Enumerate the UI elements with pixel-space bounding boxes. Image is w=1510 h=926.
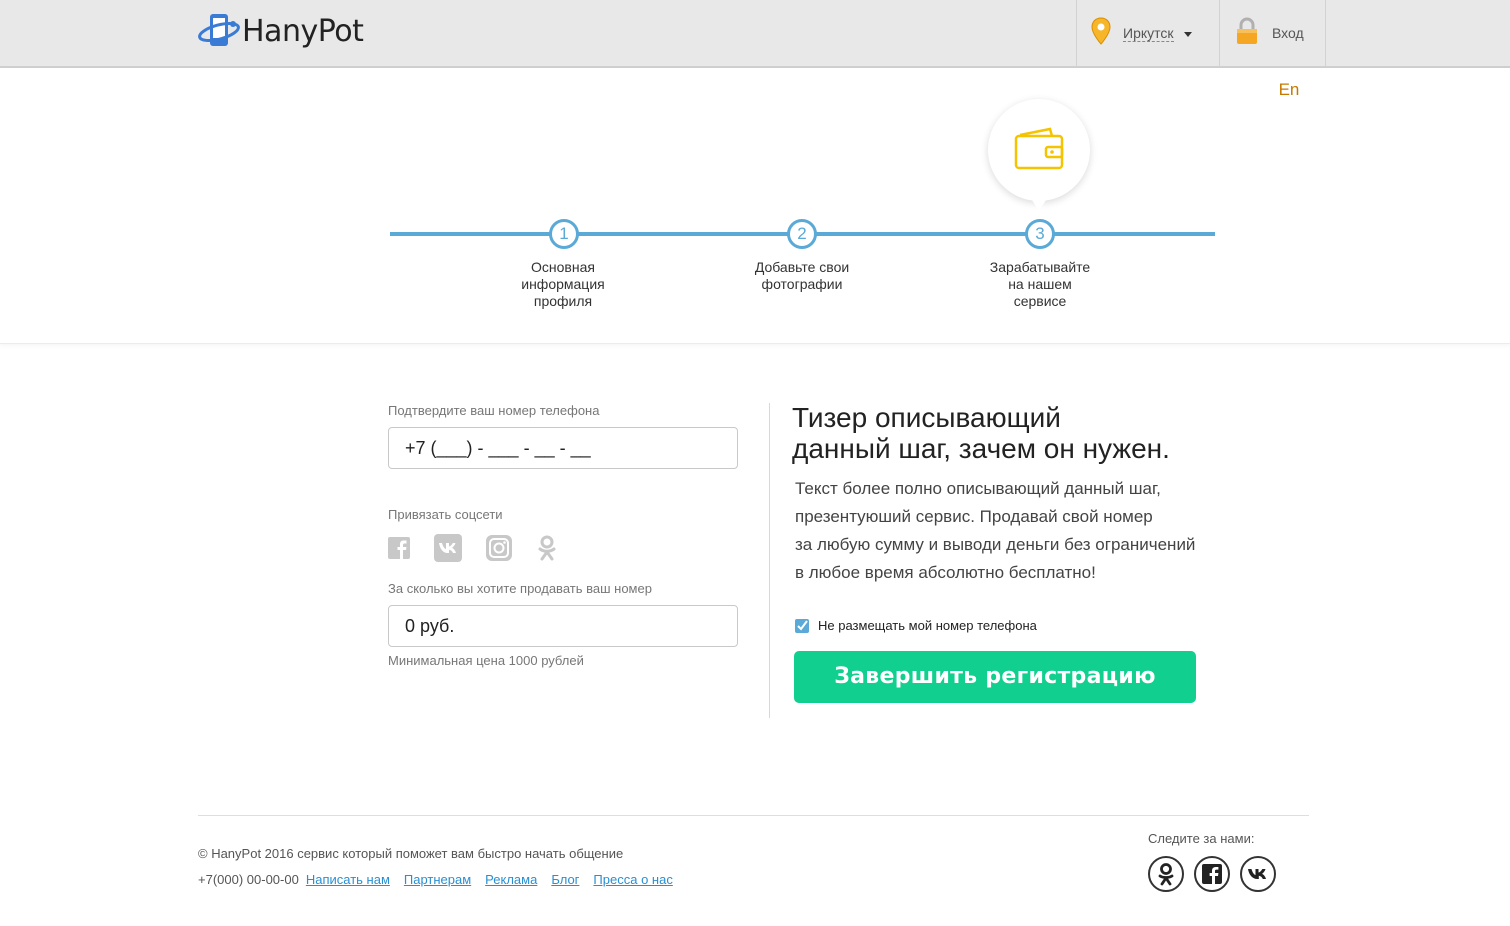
phone-label: Подтвердите ваш номер телефона <box>388 403 600 418</box>
price-hint: Минимальная цена 1000 рублей <box>388 653 584 668</box>
facebook-icon[interactable] <box>388 537 410 564</box>
language-label: En <box>1278 80 1300 99</box>
step-2-label-line: Добавьте свои <box>754 259 850 275</box>
social-label: Привязать соцсети <box>388 507 503 522</box>
footer-phone: +7(000) 00-00-00 <box>198 872 299 887</box>
odnoklassniki-icon[interactable] <box>1148 856 1184 892</box>
step-1-marker: 1 <box>549 219 579 249</box>
hide-phone-label: Не размещать мой номер телефона <box>818 618 1037 633</box>
teaser-text-line: Текст более полно описывающий данный шаг… <box>795 479 1161 498</box>
lock-icon <box>1236 17 1258 50</box>
step-3-label-line: на нашем <box>1008 276 1072 292</box>
footer-copyright: © HanyPot 2016 сервис который поможет ва… <box>198 846 624 861</box>
teaser-text-line: в любое время абсолютно бесплатно! <box>795 563 1096 582</box>
vk-icon[interactable] <box>1240 856 1276 892</box>
login-label: Вход <box>1272 25 1304 41</box>
price-input[interactable]: 0 руб. <box>388 605 738 647</box>
chevron-down-icon <box>1183 32 1192 37</box>
footer-link-partners[interactable]: Партнерам <box>404 872 471 887</box>
logo-text: HanyPot <box>242 13 364 49</box>
footer-links: +7(000) 00-00-00 Написать нам Партнерам … <box>198 872 673 887</box>
facebook-icon[interactable] <box>1194 856 1230 892</box>
teaser-text-line: за любую сумму и выводи деньги без огран… <box>795 535 1196 554</box>
map-pin-icon <box>1091 16 1111 50</box>
step-3-label-line: сервисе <box>1013 293 1067 309</box>
logo-phone-icon <box>198 12 240 50</box>
top-header: HanyPot Иркутск Вход <box>0 0 1510 68</box>
registration-steps: 1 2 3 Основная информация профиля Добавь… <box>0 68 1510 344</box>
wallet-icon <box>1014 127 1066 176</box>
step-3-marker: 3 <box>1025 219 1055 249</box>
step-1-label-line: информация <box>521 276 605 292</box>
step-1-label-line: Основная <box>531 259 595 275</box>
teaser-title: Тизер описывающий данный шаг, зачем он н… <box>792 402 1252 464</box>
step-1-label: Основная информация профиля <box>498 259 628 310</box>
checkbox-checked-icon[interactable] <box>795 618 809 633</box>
column-divider <box>769 403 770 718</box>
footer-link-contact[interactable]: Написать нам <box>306 872 390 887</box>
instagram-icon[interactable] <box>486 535 512 566</box>
footer-link-blog[interactable]: Блог <box>551 872 579 887</box>
follow-label: Следите за нами: <box>1148 831 1255 846</box>
current-step-bubble <box>988 99 1090 211</box>
step-3-label: Зарабатывайте на нашем сервисе <box>975 259 1105 310</box>
city-selector[interactable]: Иркутск <box>1076 0 1220 66</box>
step-3-label-line: Зарабатывайте <box>989 259 1091 275</box>
hide-phone-checkbox-row[interactable]: Не размещать мой номер телефона <box>795 618 1037 633</box>
footer-link-ads[interactable]: Реклама <box>485 872 537 887</box>
step-2-label: Добавьте свои фотографии <box>737 259 867 293</box>
teaser-text-line: презентуюший сервис. Продавай свой номер <box>795 507 1153 526</box>
registration-form: Подтвердите ваш номер телефона +7 (___) … <box>388 400 740 668</box>
step-1-label-line: профиля <box>533 293 593 309</box>
odnoklassniki-icon[interactable] <box>538 535 556 566</box>
follow-icons <box>1148 856 1286 892</box>
teaser-title-line: Тизер описывающий <box>792 402 1061 433</box>
footer-divider <box>198 815 1309 816</box>
finish-registration-button[interactable]: Завершить регистрацию <box>794 651 1196 703</box>
teaser-text: Текст более полно описывающий данный шаг… <box>795 475 1235 587</box>
vk-icon[interactable] <box>434 534 462 567</box>
price-label: За сколько вы хотите продавать ваш номер <box>388 581 652 596</box>
phone-input[interactable]: +7 (___) - ___ - __ - __ <box>388 427 738 469</box>
logo[interactable]: HanyPot <box>198 12 364 50</box>
step-2-marker: 2 <box>787 219 817 249</box>
teaser-title-line: данный шаг, зачем он нужен. <box>792 433 1170 464</box>
login-button[interactable]: Вход <box>1219 0 1326 66</box>
city-label: Иркутск <box>1123 24 1174 42</box>
footer-link-press[interactable]: Пресса о нас <box>593 872 672 887</box>
step-2-label-line: фотографии <box>761 276 843 292</box>
social-links <box>388 534 740 567</box>
